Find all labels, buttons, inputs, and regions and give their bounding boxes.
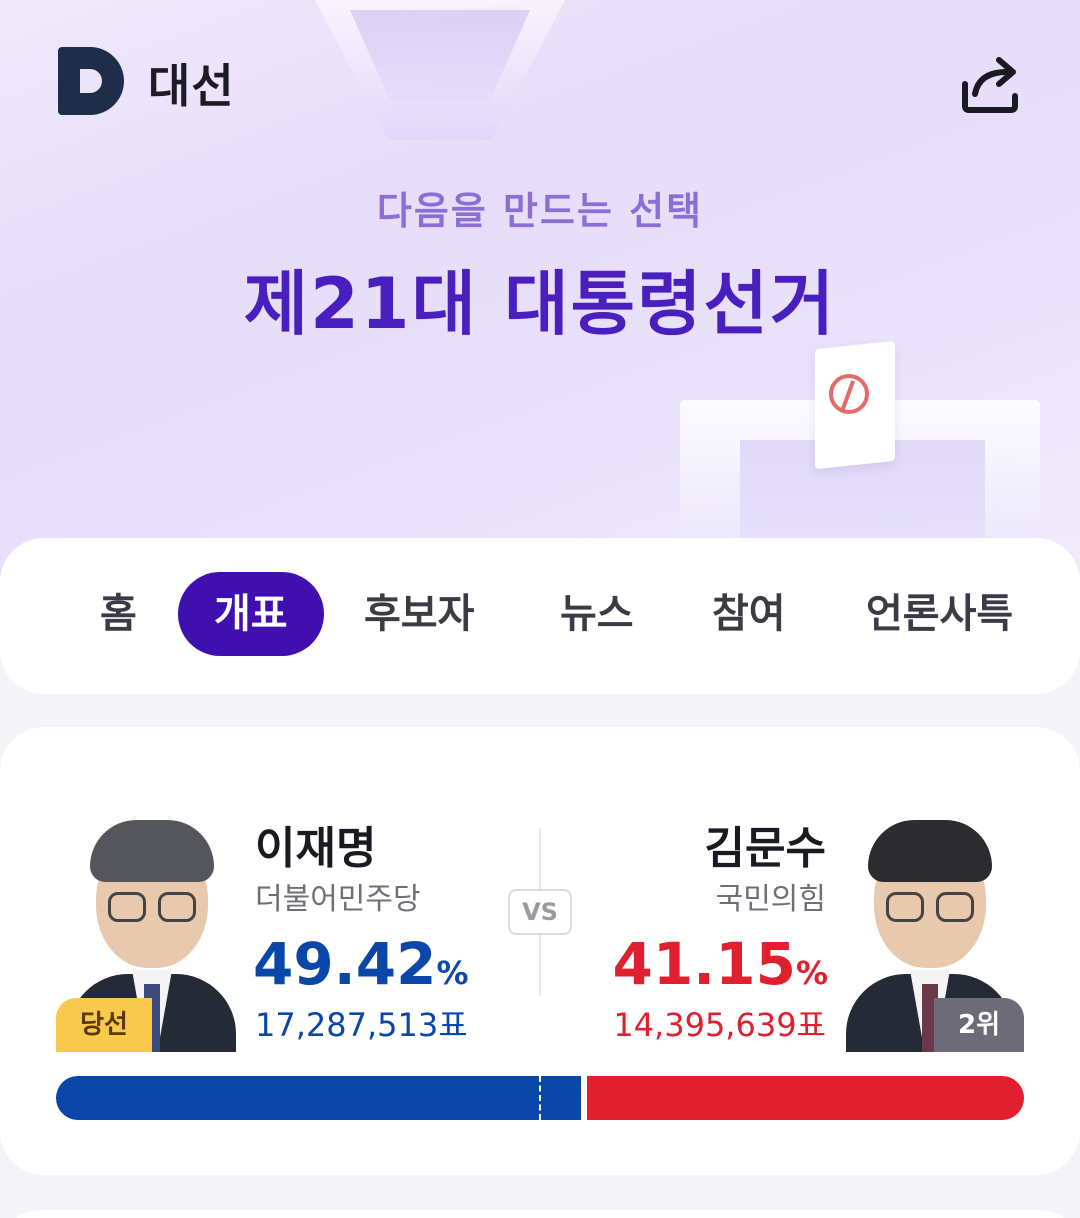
glasses-shape — [108, 892, 146, 922]
candidate-party-left: 더불어민주당 — [255, 882, 421, 917]
share-button[interactable] — [955, 50, 1025, 116]
tab-press-special[interactable]: 언론사특 — [866, 572, 1013, 656]
candidate-percent-left: 49.42% — [253, 930, 469, 998]
tab-participate[interactable]: 참여 — [712, 572, 786, 656]
candidate-name-right[interactable]: 김문수 — [705, 812, 826, 876]
candidate-votes-left: 17,287,513표 — [255, 1006, 468, 1044]
glasses-shape — [936, 892, 974, 922]
app-title[interactable]: 대선 — [148, 50, 235, 116]
tab-news[interactable]: 뉴스 — [560, 572, 634, 656]
tab-candidates[interactable]: 후보자 — [364, 572, 474, 656]
percent-value: 49.42 — [253, 930, 437, 998]
glasses-shape — [886, 892, 924, 922]
glasses-shape — [158, 892, 196, 922]
vote-stamp-icon — [829, 374, 869, 414]
rank-badge: 2위 — [934, 998, 1024, 1052]
percent-unit: % — [436, 954, 469, 992]
tab-home[interactable]: 홈 — [100, 572, 137, 656]
majority-line — [539, 1076, 541, 1120]
percent-unit: % — [795, 954, 828, 992]
candidate-party-right: 국민의힘 — [715, 882, 826, 917]
vs-badge: VS — [508, 889, 572, 935]
hair-shape — [868, 820, 992, 882]
hero-subtitle: 다음을 만드는 선택 — [376, 189, 704, 233]
winner-badge: 당선 — [56, 998, 152, 1052]
next-section-card — [0, 1210, 1080, 1218]
daum-d-logo-icon[interactable] — [58, 47, 124, 115]
candidate-percent-right: 41.15% — [612, 930, 828, 998]
hero-title: 제21대 대통령선거 — [243, 263, 837, 345]
candidate-votes-right: 14,395,639표 — [613, 1006, 826, 1044]
hero-banner: 대선 다음을 만드는 선택 제21대 대통령선거 — [0, 0, 1080, 600]
tab-count[interactable]: 개표 — [178, 572, 324, 656]
percent-value: 41.15 — [612, 930, 796, 998]
candidate-name-left[interactable]: 이재명 — [255, 812, 376, 876]
tab-bar: 홈 개표 후보자 뉴스 참여 언론사특 — [0, 538, 1080, 694]
vote-bar-left — [56, 1076, 581, 1120]
hair-shape — [90, 820, 214, 882]
share-icon — [962, 57, 1018, 113]
vote-bar-right — [587, 1076, 1024, 1120]
